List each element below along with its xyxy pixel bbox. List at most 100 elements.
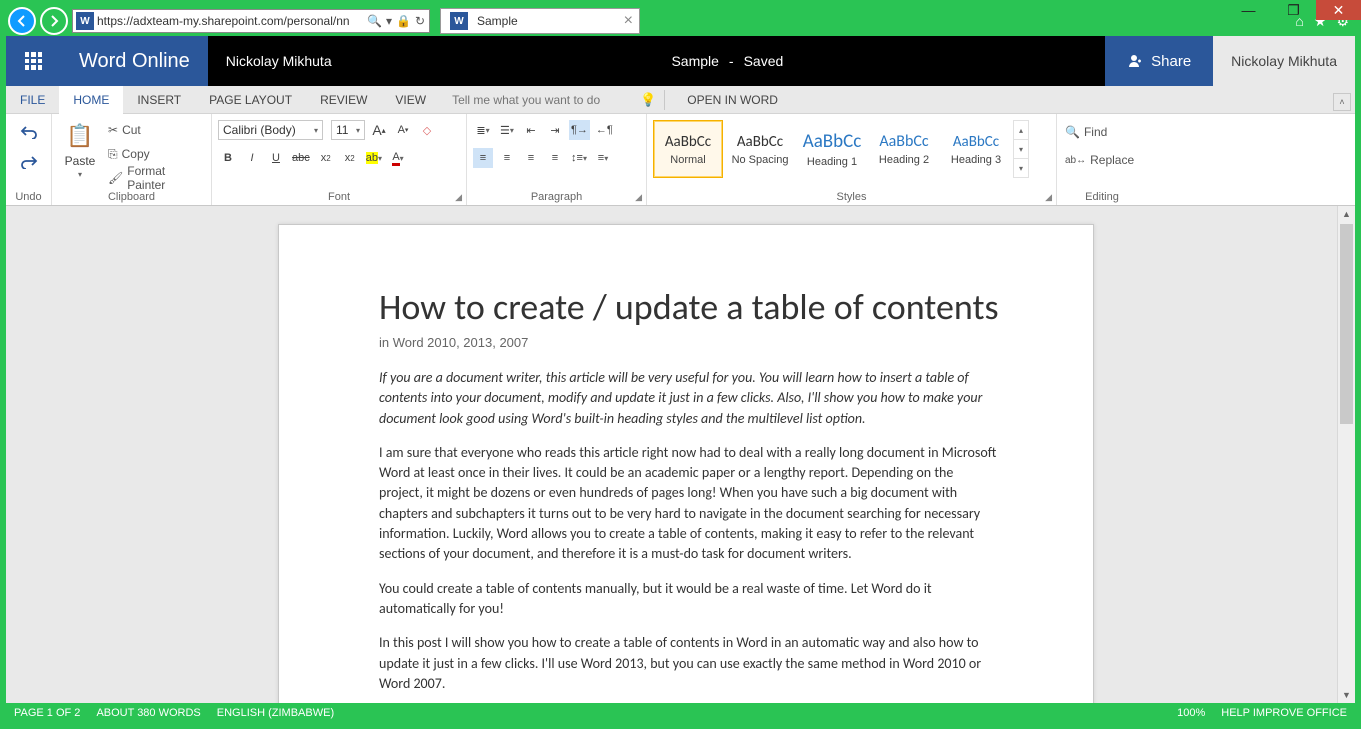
tab-home[interactable]: HOME: [59, 86, 123, 114]
page-indicator[interactable]: PAGE 1 OF 2: [14, 707, 80, 719]
redo-button[interactable]: [18, 152, 40, 172]
zoom-level[interactable]: 100%: [1177, 707, 1205, 719]
style-preview: AaBbCc: [803, 130, 862, 153]
refresh-icon[interactable]: ↻: [415, 14, 425, 28]
document-page[interactable]: How to create / update a table of conten…: [278, 224, 1094, 703]
undo-button[interactable]: [18, 122, 40, 142]
user-name-left: Nickolay Mikhuta: [208, 53, 350, 69]
strikethrough-button[interactable]: abc: [290, 148, 312, 168]
font-color-button[interactable]: A▾: [388, 148, 408, 168]
find-icon: 🔍: [1065, 125, 1080, 139]
bullets-button[interactable]: ≣▾: [473, 120, 493, 140]
style-tile-heading-1[interactable]: AaBbCcHeading 1: [797, 120, 867, 178]
justify-button[interactable]: ≡: [545, 148, 565, 168]
doc-intro[interactable]: If you are a document writer, this artic…: [379, 368, 999, 429]
underline-button[interactable]: U: [266, 148, 286, 168]
clear-formatting-button[interactable]: ◇: [417, 120, 437, 140]
copy-button[interactable]: ⎘Copy: [106, 144, 152, 164]
browser-back-button[interactable]: [8, 7, 36, 35]
scroll-down-button[interactable]: ▼: [1338, 687, 1355, 703]
tab-file[interactable]: FILE: [6, 86, 59, 114]
vertical-scrollbar[interactable]: ▲ ▼: [1337, 206, 1355, 703]
doc-paragraph[interactable]: I am sure that everyone who reads this a…: [379, 443, 999, 565]
window-maximize-button[interactable]: ❐: [1271, 0, 1316, 20]
collapse-ribbon-button[interactable]: ˄: [1333, 93, 1351, 111]
italic-button[interactable]: I: [242, 148, 262, 168]
subscript-button[interactable]: x2: [316, 148, 336, 168]
style-tile-normal[interactable]: AaBbCc Normal: [653, 120, 723, 178]
group-clipboard-label: Clipboard: [58, 189, 205, 203]
help-improve-link[interactable]: HELP IMPROVE OFFICE: [1221, 707, 1347, 719]
lock-icon: 🔒: [396, 14, 411, 28]
grow-font-button[interactable]: A▴: [369, 120, 389, 140]
word-count[interactable]: ABOUT 380 WORDS: [96, 707, 200, 719]
style-preview: AaBbCc: [953, 133, 999, 151]
open-in-word-button[interactable]: OPEN IN WORD: [673, 86, 792, 114]
style-tile-no-spacing[interactable]: AaBbCcNo Spacing: [725, 120, 795, 178]
style-preview: AaBbCc: [737, 133, 783, 151]
language-indicator[interactable]: ENGLISH (ZIMBABWE): [217, 707, 334, 719]
tell-me-input[interactable]: [448, 89, 638, 111]
styles-more-button[interactable]: ▴▾▾: [1013, 120, 1029, 178]
align-center-button[interactable]: ≡: [497, 148, 517, 168]
window-minimize-button[interactable]: —: [1226, 0, 1271, 20]
brand-label: Word Online: [61, 36, 208, 86]
special-indent-button[interactable]: ≡▾: [593, 148, 613, 168]
share-button[interactable]: Share: [1105, 36, 1213, 86]
ribbon-tabs: FILE HOME INSERT PAGE LAYOUT REVIEW VIEW…: [6, 86, 1355, 114]
app-launcher-button[interactable]: [6, 36, 61, 86]
shrink-font-button[interactable]: A▾: [393, 120, 413, 140]
document-name[interactable]: Sample: [671, 53, 718, 69]
browser-tab[interactable]: W Sample ×: [440, 8, 640, 34]
tab-page-layout[interactable]: PAGE LAYOUT: [195, 86, 306, 114]
window-close-button[interactable]: ✕: [1316, 0, 1361, 20]
align-left-button[interactable]: ≡: [473, 148, 493, 168]
font-name-combo[interactable]: Calibri (Body)▾: [218, 120, 323, 140]
font-size-combo[interactable]: 11▾: [331, 120, 365, 140]
doc-subtitle[interactable]: in Word 2010, 2013, 2007: [379, 335, 999, 350]
user-name-right[interactable]: Nickolay Mikhuta: [1213, 36, 1355, 86]
numbering-button[interactable]: ☰▾: [497, 120, 517, 140]
tab-view[interactable]: VIEW: [381, 86, 440, 114]
group-paragraph-label: Paragraph◢: [473, 189, 640, 203]
browser-forward-button[interactable]: [40, 7, 68, 35]
bold-button[interactable]: B: [218, 148, 238, 168]
rtl-button[interactable]: ←¶: [594, 120, 615, 140]
paintbrush-icon: 🖌: [108, 171, 123, 185]
address-bar[interactable]: W https://adxteam-my.sharepoint.com/pers…: [72, 9, 430, 33]
style-tile-heading-2[interactable]: AaBbCcHeading 2: [869, 120, 939, 178]
group-styles-label: Styles◢: [653, 189, 1050, 203]
search-icon[interactable]: 🔍: [367, 14, 382, 28]
lightbulb-icon: 💡: [640, 92, 656, 108]
ltr-button[interactable]: ¶→: [569, 120, 590, 140]
find-button[interactable]: 🔍Find: [1063, 122, 1109, 142]
doc-paragraph[interactable]: In this post I will show you how to crea…: [379, 633, 999, 694]
format-painter-button[interactable]: 🖌Format Painter: [106, 168, 205, 188]
paragraph-dialog-launcher[interactable]: ◢: [635, 192, 642, 203]
paste-button[interactable]: 📋 Paste ▾: [58, 118, 102, 181]
replace-button[interactable]: ab↔Replace: [1063, 150, 1136, 170]
tab-insert[interactable]: INSERT: [123, 86, 195, 114]
scrollbar-thumb[interactable]: [1340, 224, 1353, 424]
increase-indent-button[interactable]: ⇥: [545, 120, 565, 140]
decrease-indent-button[interactable]: ⇤: [521, 120, 541, 140]
tab-close-button[interactable]: ×: [624, 12, 633, 30]
style-preview: AaBbCc: [665, 133, 711, 151]
scissors-icon: ✂: [108, 123, 118, 137]
tab-review[interactable]: REVIEW: [306, 86, 381, 114]
addr-dropdown-icon[interactable]: ▾: [386, 14, 392, 28]
scroll-up-button[interactable]: ▲: [1338, 206, 1355, 222]
styles-dialog-launcher[interactable]: ◢: [1045, 192, 1052, 203]
font-dialog-launcher[interactable]: ◢: [455, 192, 462, 203]
divider: [664, 90, 665, 110]
style-name: Normal: [670, 154, 705, 166]
highlight-button[interactable]: ab▾: [364, 148, 384, 168]
line-spacing-button[interactable]: ↕≡▾: [569, 148, 589, 168]
align-right-button[interactable]: ≡: [521, 148, 541, 168]
superscript-button[interactable]: x2: [340, 148, 360, 168]
style-tile-heading-3[interactable]: AaBbCcHeading 3: [941, 120, 1011, 178]
word-favicon-icon: W: [450, 12, 468, 30]
doc-paragraph[interactable]: You could create a table of contents man…: [379, 579, 999, 620]
doc-title[interactable]: How to create / update a table of conten…: [379, 285, 999, 329]
cut-button[interactable]: ✂Cut: [106, 120, 143, 140]
